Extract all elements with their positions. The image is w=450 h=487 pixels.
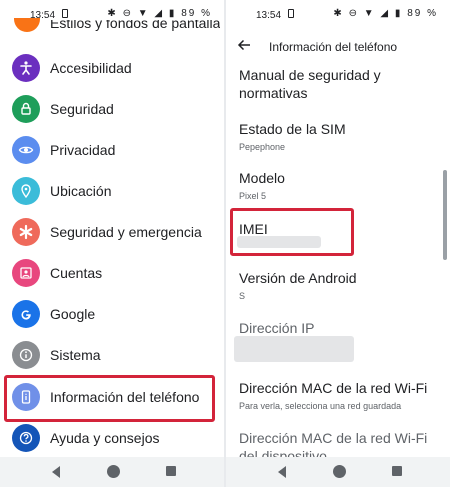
detail-item-subtitle: S: [239, 291, 246, 301]
detail-item-title: Dirección MAC de la red Wi-Fi: [239, 380, 428, 396]
settings-item-wallpaper[interactable]: Estilos y fondos de pantalla: [50, 20, 220, 31]
settings-item-label: Privacidad: [50, 142, 116, 158]
navigation-bar: [226, 457, 450, 487]
navigation-bar: [0, 457, 224, 487]
back-arrow-icon[interactable]: [236, 37, 252, 53]
detail-item-subtitle: Pixel 5: [239, 191, 267, 201]
highlight-box: [230, 208, 354, 256]
settings-item-label: Accesibilidad: [50, 60, 132, 76]
detail-item-subtitle: Pepephone: [239, 142, 286, 152]
battery-icon: ▮: [394, 8, 403, 19]
settings-panel: 13:54 ✱ ⊖ ▼ ◢ ▮ 89 % Estilos y fondos de…: [0, 0, 224, 487]
nav-recents-icon[interactable]: [392, 466, 402, 476]
bluetooth-icon: ✱: [333, 8, 344, 19]
nav-home-icon[interactable]: [333, 465, 346, 478]
dnd-icon: ⊖: [348, 8, 359, 19]
settings-item-google[interactable]: Google: [0, 294, 224, 334]
status-time: 13:54: [256, 10, 282, 21]
dnd-icon: ⊖: [122, 8, 133, 19]
battery-percent: 89 %: [407, 8, 438, 19]
settings-item-label: Ayuda y consejos: [50, 430, 160, 446]
settings-item-label: Seguridad y emergencia: [50, 224, 202, 240]
account-box-icon: [12, 259, 40, 287]
accessibility-icon: [12, 54, 40, 82]
app-bar: Información del teléfono: [226, 30, 450, 62]
settings-item-location[interactable]: Ubicación: [0, 171, 224, 211]
detail-item-ip-address: Dirección IP: [239, 319, 444, 337]
about-phone-panel: 13:54 ✱ ⊖ ▼ ◢ ▮ 89 % Información del tel…: [226, 0, 450, 487]
detail-item-title: Versión de Android: [239, 270, 357, 286]
help-icon: [12, 424, 40, 452]
settings-item-label: Google: [50, 306, 96, 322]
detail-item-title: Dirección IP: [239, 320, 315, 336]
detail-item-title: Modelo: [239, 170, 285, 186]
wifi-icon: ▼: [363, 8, 376, 19]
highlight-box: [4, 375, 215, 422]
nav-back-icon[interactable]: [278, 466, 286, 478]
scrollbar[interactable]: [443, 170, 447, 260]
sim-icon: [288, 9, 294, 18]
settings-item-accounts[interactable]: Cuentas: [0, 253, 224, 293]
location-pin-icon: [12, 177, 40, 205]
redacted-ip-address: [234, 336, 354, 362]
status-bar: 13:54 ✱ ⊖ ▼ ◢ ▮ 89 %: [226, 0, 450, 30]
settings-item-label: Seguridad: [50, 101, 114, 117]
settings-item-security[interactable]: Seguridad: [0, 89, 224, 129]
nav-recents-icon[interactable]: [166, 466, 176, 476]
lock-icon: [12, 95, 40, 123]
settings-item-accessibility[interactable]: Accesibilidad: [0, 48, 224, 88]
detail-item-title: Manual de seguridad y normativas: [239, 67, 381, 101]
settings-item-system[interactable]: Sistema: [0, 335, 224, 375]
eye-icon: [12, 136, 40, 164]
nav-back-icon[interactable]: [52, 466, 60, 478]
detail-item-model[interactable]: Modelo Pixel 5: [239, 169, 444, 201]
settings-item-help[interactable]: Ayuda y consejos: [0, 418, 224, 458]
google-g-icon: [12, 300, 40, 328]
info-icon: [12, 341, 40, 369]
settings-item-label: Ubicación: [50, 183, 112, 199]
battery-percent: 89 %: [181, 8, 212, 19]
bluetooth-icon: ✱: [107, 8, 118, 19]
detail-item-safety-manual[interactable]: Manual de seguridad y normativas: [239, 66, 444, 102]
wifi-icon: ▼: [137, 8, 150, 19]
page-title: Información del teléfono: [269, 40, 398, 54]
detail-item-subtitle: Para verla, selecciona una red guardada: [239, 401, 402, 411]
settings-item-label: Cuentas: [50, 265, 103, 281]
settings-item-safety-emergency[interactable]: Seguridad y emergencia: [0, 212, 224, 252]
detail-item-wifi-mac[interactable]: Dirección MAC de la red Wi-Fi Para verla…: [239, 379, 444, 411]
signal-icon: ◢: [380, 8, 391, 19]
detail-item-title: Estado de la SIM: [239, 121, 346, 137]
detail-item-sim-status[interactable]: Estado de la SIM Pepephone: [239, 120, 444, 152]
detail-item-android-version[interactable]: Versión de Android S: [239, 269, 444, 301]
asterisk-icon: [12, 218, 40, 246]
nav-home-icon[interactable]: [107, 465, 120, 478]
settings-item-label: Sistema: [50, 347, 101, 363]
battery-icon: ▮: [168, 8, 177, 19]
sim-icon: [62, 9, 68, 18]
signal-icon: ◢: [154, 8, 165, 19]
settings-item-privacy[interactable]: Privacidad: [0, 130, 224, 170]
